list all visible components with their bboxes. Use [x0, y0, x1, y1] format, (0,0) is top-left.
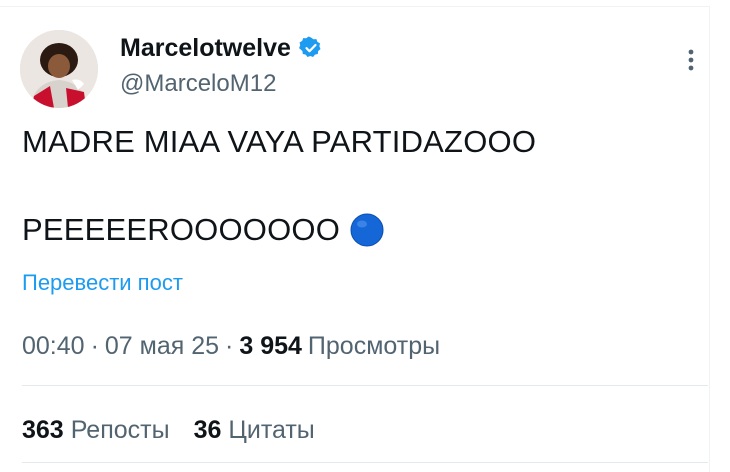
views-label[interactable]: Просмотры — [308, 332, 440, 361]
tweet-text-line-1: MADRE MIAA VAYA PARTIDAZOOO — [22, 124, 537, 159]
quotes-count[interactable]: 36 — [194, 416, 222, 445]
top-border — [0, 6, 710, 7]
tweet-meta: 00:40 · 07 мая 25 · 3 954 Просмотры — [22, 332, 440, 361]
avatar[interactable] — [20, 30, 98, 108]
quotes-label[interactable]: Цитаты — [228, 416, 314, 445]
reposts-label[interactable]: Репосты — [71, 416, 170, 445]
bottom-divider — [22, 462, 708, 463]
display-name[interactable]: Marcelotwelve — [120, 34, 291, 63]
tweet-date[interactable]: 07 мая 25 — [105, 332, 219, 361]
profile-photo — [20, 30, 98, 108]
tweet-time[interactable]: 00:40 — [22, 332, 85, 361]
engagement-stats: 363 Репосты 36 Цитаты — [22, 416, 315, 445]
author-handle[interactable]: @MarceloM12 — [120, 70, 276, 98]
tweet-text-line-2-text: PEEEEEROOOOOOO — [22, 212, 341, 247]
blue-circle-icon — [350, 213, 384, 247]
author-name-row: Marcelotwelve — [120, 32, 323, 64]
more-options-icon[interactable] — [683, 46, 699, 74]
right-border — [709, 6, 710, 472]
divider — [22, 385, 708, 386]
verified-badge-icon — [299, 36, 321, 57]
meta-separator: · — [90, 332, 99, 360]
tweet-text-line-2: PEEEEEROOOOOOO — [22, 212, 384, 248]
views-count[interactable]: 3 954 — [239, 332, 302, 361]
translate-post-link[interactable]: Перевести пост — [22, 270, 183, 296]
meta-separator: · — [225, 332, 234, 360]
reposts-count[interactable]: 363 — [22, 416, 64, 445]
